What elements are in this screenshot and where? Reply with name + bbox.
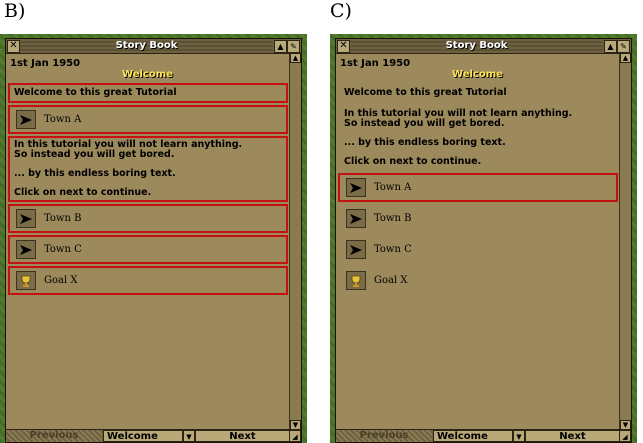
list-item-label: Town C <box>374 244 412 255</box>
story-navigation: Previous Welcome ▼ Next ◢ <box>6 429 301 442</box>
story-text: In this tutorial you will not learn anyt… <box>10 138 286 200</box>
close-icon[interactable]: ✕ <box>7 40 20 53</box>
story-list: Welcome to this great Tutorial Town A In… <box>8 83 288 297</box>
story-text: In this tutorial you will not learn anyt… <box>340 107 616 169</box>
arrow-icon <box>16 110 36 129</box>
date-label: 1st Jan 1950 <box>340 58 411 69</box>
trophy-icon <box>16 271 36 290</box>
panel-c-label: C) <box>330 0 352 22</box>
previous-button[interactable]: Previous <box>336 430 432 442</box>
vertical-scrollbar[interactable]: ▲ ▼ <box>289 53 301 430</box>
story-text-box[interactable]: In this tutorial you will not learn anyt… <box>8 136 288 202</box>
page-select[interactable]: Welcome <box>103 430 183 442</box>
list-item-town-a[interactable]: Town A <box>338 173 618 202</box>
welcome-heading: Welcome to this great Tutorial <box>344 87 507 98</box>
shade-icon[interactable]: ▲ <box>274 40 287 53</box>
window-title: Story Book <box>20 39 273 53</box>
window-title: Story Book <box>350 39 603 53</box>
list-item-label: Town B <box>44 213 82 224</box>
arrow-icon <box>16 240 36 259</box>
previous-button[interactable]: Previous <box>6 430 102 442</box>
next-button[interactable]: Next <box>195 430 290 442</box>
story-line-4: Click on next to continue. <box>14 187 152 198</box>
scroll-up-icon[interactable]: ▲ <box>620 53 631 63</box>
shade-icon[interactable]: ▲ <box>604 40 617 53</box>
story-list: Welcome to this great Tutorial In this t… <box>338 83 618 297</box>
story-book-window: ✕ Story Book ▲ ✎ 1st Jan 1950 Welcome We… <box>5 38 302 443</box>
story-book-window: ✕ Story Book ▲ ✎ 1st Jan 1950 Welcome We… <box>335 38 632 443</box>
list-item-label: Town C <box>44 244 82 255</box>
arrow-icon <box>16 209 36 228</box>
welcome-heading-box[interactable]: Welcome to this great Tutorial <box>8 83 288 103</box>
trophy-icon <box>346 271 366 290</box>
arrow-icon <box>346 240 366 259</box>
page-title: Welcome <box>452 69 503 80</box>
date-label: 1st Jan 1950 <box>10 58 81 69</box>
story-line-3: ... by this endless boring text. <box>344 137 506 148</box>
scroll-up-icon[interactable]: ▲ <box>290 53 301 63</box>
resize-grip-icon[interactable]: ◢ <box>289 430 301 442</box>
list-item-town-b[interactable]: Town B <box>8 204 288 233</box>
close-icon[interactable]: ✕ <box>337 40 350 53</box>
vertical-scrollbar[interactable]: ▲ ▼ <box>619 53 631 430</box>
list-item-town-c[interactable]: Town C <box>338 235 618 264</box>
resize-grip-icon[interactable]: ◢ <box>619 430 631 442</box>
arrow-icon <box>346 209 366 228</box>
next-button[interactable]: Next <box>525 430 620 442</box>
page-title: Welcome <box>122 69 173 80</box>
list-item-label: Town B <box>374 213 412 224</box>
welcome-heading: Welcome to this great Tutorial <box>14 87 177 98</box>
list-item-town-a[interactable]: Town A <box>8 105 288 134</box>
panel-b: ✕ Story Book ▲ ✎ 1st Jan 1950 Welcome We… <box>0 34 307 443</box>
page-select[interactable]: Welcome <box>433 430 513 442</box>
list-item-label: Town A <box>374 182 412 193</box>
list-item-goal-x[interactable]: Goal X <box>8 266 288 295</box>
titlebar: ✕ Story Book ▲ ✎ <box>6 39 301 54</box>
list-item-label: Goal X <box>374 275 408 286</box>
list-item-town-b[interactable]: Town B <box>338 204 618 233</box>
welcome-heading-box: Welcome to this great Tutorial <box>338 83 618 103</box>
story-text-box: In this tutorial you will not learn anyt… <box>338 105 618 171</box>
list-item-town-c[interactable]: Town C <box>8 235 288 264</box>
story-line-4: Click on next to continue. <box>344 156 482 167</box>
list-item-label: Goal X <box>44 275 78 286</box>
pin-icon[interactable]: ✎ <box>287 40 300 53</box>
list-item-goal-x[interactable]: Goal X <box>338 266 618 295</box>
list-item-label: Town A <box>44 114 82 125</box>
chevron-down-icon[interactable]: ▼ <box>183 430 195 442</box>
arrow-icon <box>346 178 366 197</box>
pin-icon[interactable]: ✎ <box>617 40 630 53</box>
panel-c: ✕ Story Book ▲ ✎ 1st Jan 1950 Welcome We… <box>330 34 637 443</box>
panel-b-label: B) <box>4 0 26 22</box>
titlebar: ✕ Story Book ▲ ✎ <box>336 39 631 54</box>
story-line-2: So instead you will get bored. <box>344 118 505 129</box>
story-navigation: Previous Welcome ▼ Next ◢ <box>336 429 631 442</box>
chevron-down-icon[interactable]: ▼ <box>513 430 525 442</box>
story-line-3: ... by this endless boring text. <box>14 168 176 179</box>
story-line-2: So instead you will get bored. <box>14 149 175 160</box>
